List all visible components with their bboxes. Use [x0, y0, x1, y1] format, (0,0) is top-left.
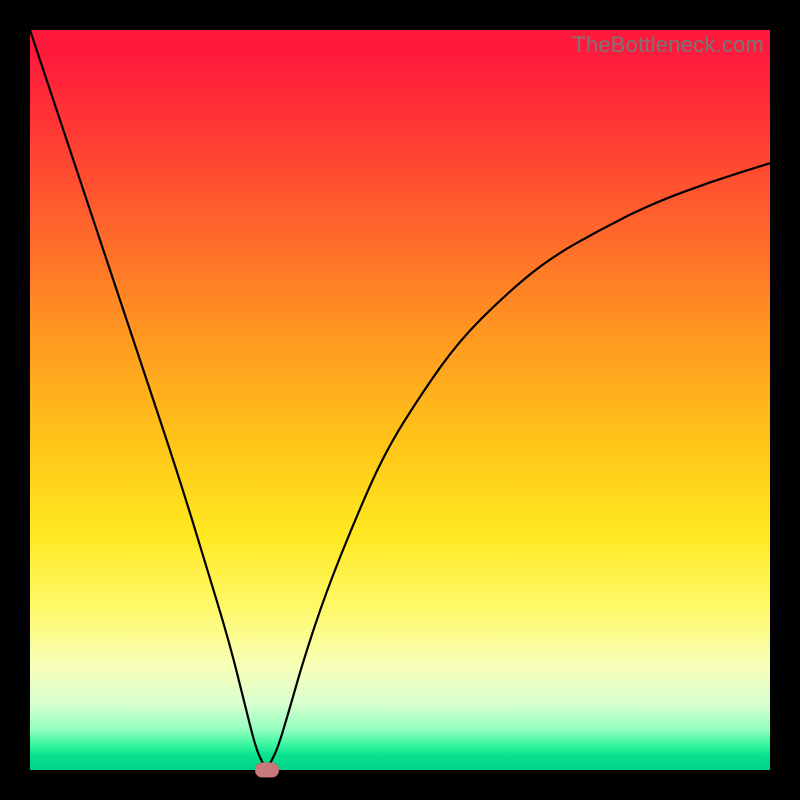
optimal-marker — [255, 763, 279, 778]
bottleneck-curve — [30, 30, 770, 768]
curve-svg — [30, 30, 770, 770]
plot-area: TheBottleneck.com — [30, 30, 770, 770]
chart-stage: TheBottleneck.com — [0, 0, 800, 800]
